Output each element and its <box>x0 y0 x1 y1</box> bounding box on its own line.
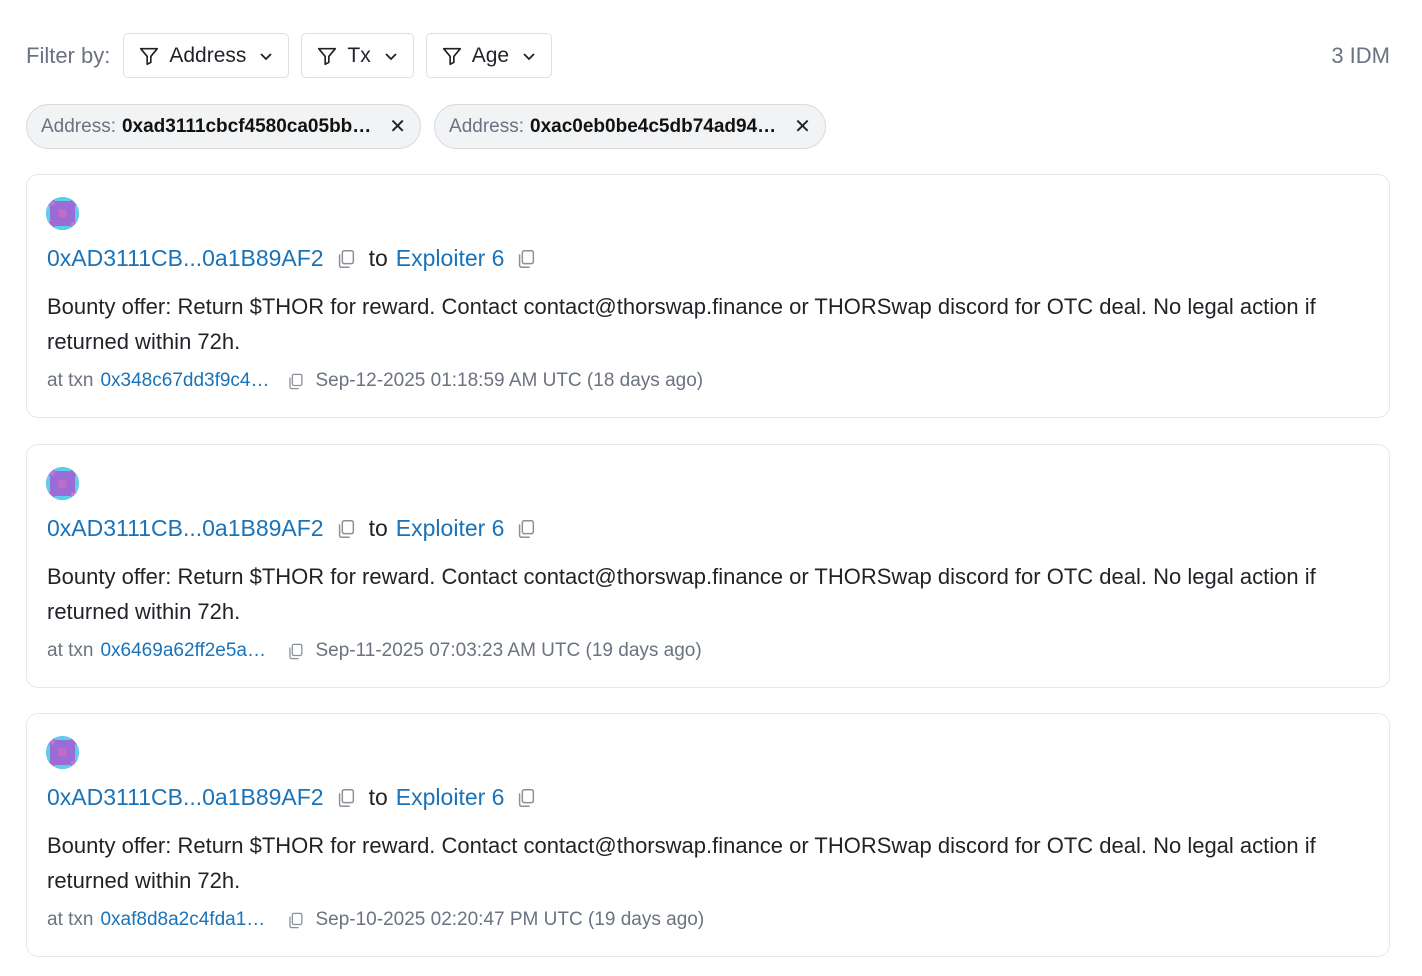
chip-key: Address: <box>41 115 116 137</box>
message-meta: at txn 0x6469a62ff2e5a… Sep-11-2025 07:0… <box>47 640 702 662</box>
result-count: 3 IDM <box>1331 42 1390 68</box>
message-card: 0xAD3111CB...0a1B89AF2 to Exploiter 6 Bo… <box>26 444 1390 688</box>
message-card: 0xAD3111CB...0a1B89AF2 to Exploiter 6 Bo… <box>26 713 1390 957</box>
txn-hash-link[interactable]: 0x6469a62ff2e5a… <box>100 640 280 662</box>
copy-icon[interactable] <box>286 911 305 930</box>
from-address-link[interactable]: 0xAD3111CB...0a1B89AF2 <box>47 784 324 811</box>
filter-chip: Address: 0xad3111cbcf4580ca05bb… ✕ <box>26 104 422 149</box>
to-address-link[interactable]: Exploiter 6 <box>396 515 505 542</box>
copy-icon[interactable] <box>515 787 537 809</box>
filter-tx-label: Tx <box>347 43 371 67</box>
filter-age-label: Age <box>471 43 510 67</box>
to-word: to <box>368 245 388 271</box>
close-icon[interactable]: ✕ <box>389 114 406 139</box>
to-word: to <box>368 515 388 541</box>
message-text: Bounty offer: Return $THOR for reward. C… <box>47 833 1316 893</box>
copy-icon[interactable] <box>335 518 357 540</box>
txn-hash-link[interactable]: 0xaf8d8a2c4fda1… <box>100 909 280 931</box>
identicon-avatar <box>46 197 79 230</box>
message-card: 0xAD3111CB...0a1B89AF2 to Exploiter 6 Bo… <box>26 174 1390 418</box>
to-word: to <box>368 784 388 810</box>
to-address-link[interactable]: Exploiter 6 <box>396 245 505 272</box>
filter-label: Filter by: <box>26 42 111 68</box>
copy-icon[interactable] <box>286 372 305 391</box>
filter-chip: Address: 0xac0eb0be4c5db74ad94… ✕ <box>434 104 826 149</box>
chevron-down-icon <box>521 48 537 64</box>
at-txn-label: at txn <box>47 370 94 391</box>
from-address-link[interactable]: 0xAD3111CB...0a1B89AF2 <box>47 245 324 272</box>
filter-icon <box>316 45 338 67</box>
txn-hash-link[interactable]: 0x348c67dd3f9c4… <box>100 370 280 392</box>
to-address-link[interactable]: Exploiter 6 <box>396 784 505 811</box>
filter-address-button[interactable]: Address <box>123 33 290 78</box>
chevron-down-icon <box>258 48 274 64</box>
message-route: 0xAD3111CB...0a1B89AF2 to Exploiter 6 <box>47 245 537 272</box>
identicon-avatar <box>46 736 79 769</box>
at-txn-label: at txn <box>47 909 94 930</box>
filter-address-label: Address <box>169 43 247 67</box>
idm-messages-page: Filter by: Address Tx Age 3 IDM Address:… <box>0 0 1422 976</box>
copy-icon[interactable] <box>515 518 537 540</box>
filter-tx-button[interactable]: Tx <box>301 33 414 78</box>
copy-icon[interactable] <box>515 248 537 270</box>
active-filters: Address: 0xad3111cbcf4580ca05bb… ✕ Addre… <box>26 104 839 149</box>
copy-icon[interactable] <box>335 787 357 809</box>
chip-value: 0xac0eb0be4c5db74ad94… <box>530 115 777 137</box>
chip-value: 0xad3111cbcf4580ca05bb… <box>121 115 372 137</box>
timestamp: Sep-12-2025 01:18:59 AM UTC (18 days ago… <box>315 370 704 391</box>
message-text: Bounty offer: Return $THOR for reward. C… <box>47 294 1316 354</box>
copy-icon[interactable] <box>286 642 305 661</box>
timestamp: Sep-10-2025 02:20:47 PM UTC (19 days ago… <box>315 909 705 930</box>
from-address-link[interactable]: 0xAD3111CB...0a1B89AF2 <box>47 515 324 542</box>
filter-icon <box>138 45 160 67</box>
filter-age-button[interactable]: Age <box>425 33 553 78</box>
message-meta: at txn 0x348c67dd3f9c4… Sep-12-2025 01:1… <box>47 370 703 392</box>
message-meta: at txn 0xaf8d8a2c4fda1… Sep-10-2025 02:2… <box>47 909 704 931</box>
copy-icon[interactable] <box>335 248 357 270</box>
chevron-down-icon <box>383 48 399 64</box>
chip-key: Address: <box>449 115 525 137</box>
message-text: Bounty offer: Return $THOR for reward. C… <box>47 564 1316 624</box>
close-icon[interactable]: ✕ <box>794 114 811 139</box>
message-route: 0xAD3111CB...0a1B89AF2 to Exploiter 6 <box>47 784 537 811</box>
identicon-avatar <box>46 467 79 500</box>
filter-icon <box>441 45 463 67</box>
message-route: 0xAD3111CB...0a1B89AF2 to Exploiter 6 <box>47 515 537 542</box>
at-txn-label: at txn <box>47 640 94 661</box>
filter-bar: Filter by: Address Tx Age 3 IDM <box>26 33 1390 78</box>
timestamp: Sep-11-2025 07:03:23 AM UTC (19 days ago… <box>315 640 702 661</box>
